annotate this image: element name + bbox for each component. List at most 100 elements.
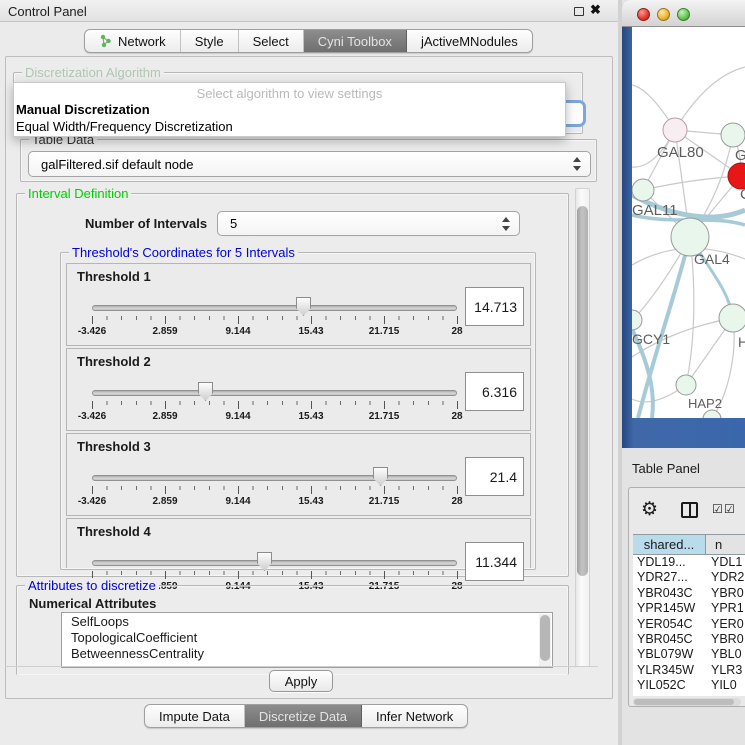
threshold-1-value: 14.713 [474,299,517,315]
list-scrollbar[interactable] [539,614,551,668]
checkbox-icon[interactable]: ☑ [724,502,735,516]
tab-select[interactable]: Select [239,30,304,52]
node-top-right[interactable] [721,123,745,147]
cell[interactable]: YLR3 [706,663,745,678]
node-label-gcy1: GCY1 [632,331,670,347]
threshold-3-value-field[interactable]: 21.4 [465,457,524,496]
node-gal11[interactable] [632,179,654,201]
threshold-1-slider-thumb[interactable] [296,297,311,316]
tick-label: 2.859 [152,411,177,422]
cell[interactable]: YBR043C [633,586,706,601]
column-header-name[interactable]: n [706,535,745,554]
threshold-2-slider-thumb[interactable] [198,382,213,401]
close-traffic-light[interactable] [637,8,650,21]
threshold-4-label: Threshold 4 [77,524,151,539]
cell[interactable]: YBL079W [633,647,706,662]
number-of-intervals-combobox[interactable]: 5 [217,211,520,236]
tick-label: -3.426 [78,411,106,422]
tab-cyni-toolbox[interactable]: Cyni Toolbox [304,30,407,52]
threshold-4-slider-track[interactable] [92,560,457,566]
cell[interactable]: YIL0 [706,678,745,693]
vertical-scrollbar[interactable] [575,188,590,667]
cell[interactable]: YIL052C [633,678,706,693]
cell[interactable]: YER054C [633,617,706,632]
table-data-combobox[interactable]: galFiltered.sif default node [28,151,591,177]
numerical-attributes-list[interactable]: SelfLoops TopologicalCoefficient Between… [61,612,553,668]
cell[interactable]: YDL1 [706,555,745,570]
list-scrollbar-thumb[interactable] [540,615,550,661]
group-title-thresholds: Threshold's Coordinates for 5 Intervals [69,245,298,260]
threshold-2-value-field[interactable]: 6.316 [465,372,524,411]
list-item[interactable]: BetweennessCentrality [62,645,552,661]
network-canvas[interactable]: GAL80 G C GAL11 GAL4 GCY1 H HAP2 [632,27,745,418]
table-row[interactable]: YER054CYER0 [633,617,745,632]
threshold-3-value: 21.4 [490,469,517,485]
threshold-1-value-field[interactable]: 14.713 [465,287,524,326]
node-gcy1[interactable] [632,310,642,330]
tab-impute-data[interactable]: Impute Data [145,705,245,727]
horizontal-scrollbar[interactable] [633,698,741,706]
cell[interactable]: YLR345W [633,663,706,678]
list-item[interactable]: TopologicalCoefficient [62,629,552,645]
dropdown-item-manual[interactable]: Manual Discretization [14,101,565,118]
gear-icon[interactable]: ⚙ [641,498,658,521]
cell[interactable]: YBR045C [633,632,706,647]
tab-network-label: Network [118,34,166,49]
node-gal80[interactable] [663,118,687,142]
cell[interactable]: YPR1 [706,601,745,616]
float-window-icon[interactable] [574,7,584,16]
tab-infer-network[interactable]: Infer Network [362,705,467,727]
threshold-2-slider-track[interactable] [92,390,457,396]
table-panel-title: Table Panel [632,461,700,476]
tab-jactive-label: jActiveMNodules [421,34,518,49]
tab-network[interactable]: Network [85,30,181,52]
table-row[interactable]: YBR045CYBR0 [633,632,745,647]
cell[interactable]: YDR27... [633,570,706,585]
node-label-c: C [740,186,745,203]
node-h[interactable] [719,304,745,332]
table-row[interactable]: YDR27...YDR2 [633,570,745,585]
threshold-3-panel: Threshold 3 -3.426 2.859 9.144 15.43 21.… [66,433,531,516]
network-window-titlebar[interactable] [622,0,745,27]
table-row[interactable]: YDL19...YDL1 [633,555,745,570]
threshold-3-slider-thumb[interactable] [373,467,388,486]
cell[interactable]: YBL0 [706,647,745,662]
cell[interactable]: YBR0 [706,632,745,647]
tab-style[interactable]: Style [181,30,239,52]
horizontal-scrollbar-thumb[interactable] [634,699,734,705]
cell[interactable]: YPR145W [633,601,706,616]
cell[interactable]: YDR2 [706,570,745,585]
table-header-row: shared... n [633,534,745,555]
threshold-3-slider-track[interactable] [92,475,457,481]
tab-impute-label: Impute Data [159,709,230,724]
threshold-4-slider-thumb[interactable] [257,552,272,571]
table-row[interactable]: YPR145WYPR1 [633,601,745,616]
apply-button[interactable]: Apply [269,670,333,692]
dropdown-item-equalwidth[interactable]: Equal Width/Frequency Discretization [14,118,565,135]
vertical-scrollbar-thumb[interactable] [577,206,588,576]
node-hap2[interactable] [676,375,696,395]
close-icon[interactable]: ✖ [590,2,601,18]
column-header-shared-name[interactable]: shared... [633,535,706,554]
numerical-attributes-label: Numerical Attributes [29,596,156,611]
table-row[interactable]: YIL052CYIL0 [633,678,745,693]
cell[interactable]: YBR0 [706,586,745,601]
threshold-1-slider-track[interactable] [92,305,457,311]
checkbox-icon[interactable]: ☑ [712,502,723,516]
network-view-window: GAL80 G C GAL11 GAL4 GCY1 H HAP2 [622,0,745,448]
table-row[interactable]: YBL079WYBL0 [633,647,745,662]
cell[interactable]: YER0 [706,617,745,632]
threshold-4-value-field[interactable]: 11.344 [465,542,524,581]
node-bottom-partial[interactable] [703,410,721,418]
cell[interactable]: YDL19... [633,555,706,570]
list-item[interactable]: SelfLoops [62,613,552,629]
minimize-traffic-light[interactable] [657,8,670,21]
node-label-h: H [738,334,745,350]
zoom-traffic-light[interactable] [677,8,690,21]
columns-icon[interactable] [681,502,698,518]
tab-discretize-data[interactable]: Discretize Data [245,705,362,727]
number-of-intervals-value: 5 [230,216,237,231]
table-row[interactable]: YBR043CYBR0 [633,586,745,601]
table-row[interactable]: YLR345WYLR3 [633,663,745,678]
tab-jactivemnodules[interactable]: jActiveMNodules [407,30,532,52]
